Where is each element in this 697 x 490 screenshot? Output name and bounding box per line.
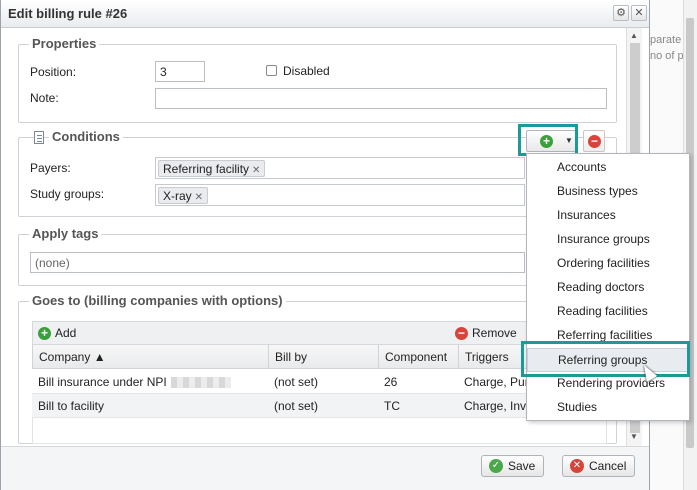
dialog-footer <box>1 446 649 490</box>
document-icon <box>34 131 44 144</box>
menu-item-ordering-facilities[interactable]: Ordering facilities <box>527 252 689 276</box>
dialog-titlebar[interactable]: Edit billing rule #26 ⚙ ✕ <box>1 0 649 28</box>
column-bill-by[interactable]: Bill by <box>269 345 379 368</box>
payers-label: Payers: <box>30 161 71 175</box>
remove-condition-icon: − <box>588 135 601 148</box>
highlight-referring-groups <box>521 341 690 377</box>
cancel-button[interactable]: ✕ Cancel <box>562 455 636 477</box>
dialog-title: Edit billing rule #26 <box>8 6 128 21</box>
scroll-up-icon[interactable]: ▲ <box>630 31 638 40</box>
study-groups-tag-label: X-ray <box>163 189 192 203</box>
bill-by-cell: (not set) <box>274 399 319 413</box>
apply-tags-legend: Apply tags <box>29 226 102 241</box>
grid-empty-area <box>32 418 607 444</box>
cancel-icon: ✕ <box>570 459 584 473</box>
remove-tag-icon[interactable]: ✕ <box>252 165 260 176</box>
payers-tag: Referring facility ✕ <box>158 160 266 177</box>
remove-icon[interactable]: − <box>455 327 468 340</box>
menu-item-insurance-groups[interactable]: Insurance groups <box>527 228 689 252</box>
table-row[interactable]: Bill to facility (not set) TC Charge, In… <box>32 394 607 418</box>
menu-item-reading-doctors[interactable]: Reading doctors <box>527 276 689 300</box>
scroll-down-icon[interactable]: ▼ <box>630 432 638 441</box>
remove-condition-button[interactable]: − <box>583 130 605 152</box>
remove-tag-icon[interactable]: ✕ <box>195 192 203 203</box>
menu-item-business-types[interactable]: Business types <box>527 180 689 204</box>
menu-item-accounts[interactable]: Accounts <box>527 156 689 180</box>
study-groups-tag: X-ray ✕ <box>158 187 209 204</box>
disabled-checkbox[interactable] <box>266 65 277 76</box>
add-condition-menu: Accounts Business types Insurances Insur… <box>526 153 690 421</box>
menu-item-insurances[interactable]: Insurances <box>527 204 689 228</box>
column-company[interactable]: Company ▲ <box>33 345 269 368</box>
redacted-text <box>170 377 231 389</box>
triggers-cell: Charge, Inv <box>464 399 527 413</box>
company-cell: Bill insurance under NPI <box>32 370 237 394</box>
menu-item-reading-facilities[interactable]: Reading facilities <box>527 300 689 324</box>
remove-button[interactable]: Remove <box>472 326 517 340</box>
study-groups-label: Study groups: <box>30 187 105 201</box>
save-button[interactable]: ✓ Save <box>481 455 545 477</box>
add-button[interactable]: Add <box>55 326 76 340</box>
component-cell: 26 <box>384 375 398 389</box>
properties-section: Properties <box>18 36 617 123</box>
cancel-button-label: Cancel <box>589 459 627 473</box>
goes-to-legend: Goes to (billing companies with options) <box>29 293 286 308</box>
bill-by-cell: (not set) <box>274 375 319 389</box>
payers-tag-label: Referring facility <box>163 162 250 176</box>
position-input[interactable]: 3 <box>155 61 205 82</box>
payers-field[interactable]: Referring facility ✕ <box>155 157 525 179</box>
check-icon: ✓ <box>489 459 503 473</box>
save-button-label: Save <box>508 459 536 473</box>
close-icon[interactable]: ✕ <box>631 5 647 21</box>
position-label: Position: <box>30 65 77 79</box>
properties-legend: Properties <box>29 36 100 51</box>
note-input[interactable] <box>155 88 607 109</box>
column-component[interactable]: Component <box>379 345 459 368</box>
note-label: Note: <box>30 91 59 105</box>
component-cell: TC <box>384 399 400 413</box>
highlight-add-condition <box>518 124 578 156</box>
gear-icon[interactable]: ⚙ <box>613 5 629 21</box>
disabled-label: Disabled <box>283 64 330 78</box>
menu-item-studies[interactable]: Studies <box>527 396 689 420</box>
company-text: Bill insurance under NPI <box>38 375 167 389</box>
apply-tags-field[interactable]: (none) <box>30 252 525 273</box>
conditions-legend: Conditions <box>49 129 123 144</box>
study-groups-field[interactable]: X-ray ✕ <box>155 184 525 206</box>
company-cell: Bill to facility <box>38 399 105 413</box>
add-icon[interactable]: + <box>38 327 51 340</box>
